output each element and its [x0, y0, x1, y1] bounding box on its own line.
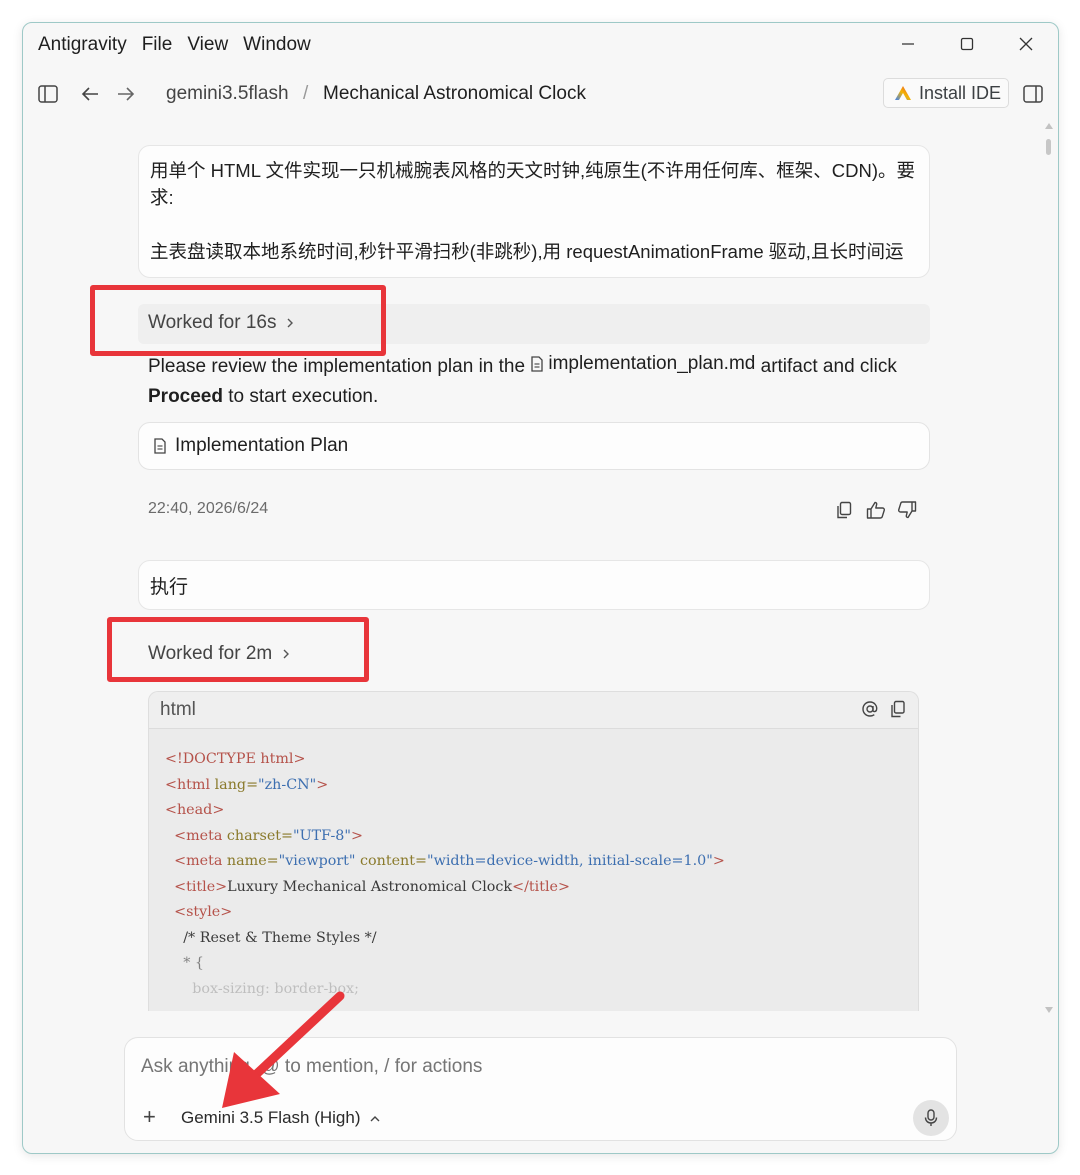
minimize-icon [902, 43, 914, 45]
code-line-2: <html lang="zh-CN"> [165, 776, 329, 793]
chevron-right-icon [287, 318, 294, 328]
proceed-keyword: Proceed [148, 386, 223, 407]
worked-for-16s-toggle[interactable]: Worked for 16s [148, 312, 294, 334]
arrow-left-icon [81, 87, 98, 101]
code-line-9: * { [183, 955, 204, 971]
scroll-up-icon [1045, 123, 1053, 129]
breadcrumb-conversation: Mechanical Astronomical Clock [323, 83, 586, 104]
scrollbar[interactable] [1044, 123, 1053, 1013]
copy-code-button[interactable] [890, 700, 906, 723]
app-window: Antigravity File View Window gemini3.5fl… [22, 22, 1059, 1154]
back-button[interactable] [78, 82, 102, 106]
code-block: html <!DOCTYPE html> <html lang="zh-CN">… [148, 691, 919, 1011]
panel-toggle-button[interactable] [1021, 82, 1045, 106]
forward-button[interactable] [114, 82, 138, 106]
code-line-7: <style> [174, 904, 233, 920]
install-ide-label: Install IDE [919, 82, 1002, 103]
review-instruction: Please review the implementation plan in… [148, 349, 938, 412]
worked-label: Worked for 16s [148, 312, 277, 333]
implementation-plan-card[interactable]: Implementation Plan [138, 422, 930, 470]
code-block-header: html [149, 692, 918, 729]
thumbs-down-button[interactable] [896, 499, 918, 521]
sidebar-toggle-button[interactable] [36, 82, 60, 106]
code-language-label: html [160, 699, 196, 720]
close-button[interactable] [1013, 31, 1039, 57]
file-icon [154, 438, 166, 454]
microphone-button[interactable] [913, 1100, 949, 1136]
copy-icon [837, 501, 852, 519]
exec-message-text: 执行 [150, 576, 189, 598]
file-name: implementation_plan.md [548, 353, 756, 374]
message-timestamp: 22:40, 2026/6/24 [148, 500, 269, 517]
code-line-8: /* Reset & Theme Styles */ [183, 929, 377, 946]
antigravity-logo-icon [895, 86, 911, 100]
user-prompt-message: 用单个 HTML 文件实现一只机械腕表风格的天文时钟,纯原生(不许用任何库、框架… [138, 145, 930, 278]
copy-button[interactable] [833, 499, 855, 521]
mention-code-button[interactable] [861, 700, 879, 723]
annotation-arrow-icon [222, 991, 345, 1108]
minimize-button[interactable] [895, 31, 921, 57]
code-line-3: <head> [165, 802, 225, 818]
menu-file[interactable]: File [142, 32, 173, 58]
worked-for-2m-toggle[interactable]: Worked for 2m [148, 643, 290, 665]
sidebar-left-icon [38, 85, 58, 103]
code-line-1: <!DOCTYPE html> [165, 751, 306, 767]
review-text-after: artifact and click [755, 356, 897, 377]
code-line-6: <title>Luxury Mechanical Astronomical Cl… [174, 878, 570, 895]
maximize-icon [960, 37, 974, 51]
review-text-end: to start execution. [222, 386, 379, 407]
prompt-line-2: 主表盘读取本地系统时间,秒针平滑扫秒(非跳秒),用 requestAnimati… [150, 241, 904, 262]
code-content: <!DOCTYPE html> <html lang="zh-CN"> <hea… [149, 729, 918, 1002]
prompt-line-1: 用单个 HTML 文件实现一只机械腕表风格的天文时钟,纯原生(不许用任何库、框架… [150, 160, 915, 208]
breadcrumb-separator: / [303, 83, 309, 104]
microphone-icon [924, 1109, 938, 1126]
copy-icon [891, 700, 905, 718]
code-line-5: <meta name="viewport" content="width=dev… [174, 853, 725, 869]
add-context-button[interactable]: + [143, 1106, 156, 1128]
menu-window[interactable]: Window [243, 32, 311, 58]
close-icon [1019, 37, 1033, 51]
arrow-right-icon [118, 87, 135, 101]
breadcrumb-project[interactable]: gemini3.5flash [166, 83, 289, 105]
scroll-down-icon [1045, 1007, 1053, 1013]
worked-label: Worked for 2m [148, 643, 273, 664]
chevron-up-icon [370, 1115, 380, 1121]
file-icon [531, 356, 543, 372]
install-ide-button[interactable]: Install IDE [883, 78, 1009, 108]
user-exec-message: 执行 [138, 560, 930, 610]
review-text-before: Please review the implementation plan in… [148, 356, 531, 377]
plan-card-label: Implementation Plan [175, 435, 349, 456]
scrollbar-thumb[interactable] [1046, 139, 1051, 155]
at-sign-icon [862, 701, 878, 717]
maximize-button[interactable] [954, 31, 980, 57]
implementation-plan-file-link[interactable]: implementation_plan.md [530, 349, 755, 379]
sidebar-right-icon [1023, 85, 1043, 103]
code-line-4: <meta charset="UTF-8"> [174, 827, 363, 844]
menu-antigravity[interactable]: Antigravity [38, 32, 127, 58]
thumbs-down-icon [898, 501, 917, 519]
thumbs-up-icon [866, 501, 885, 519]
thumbs-up-button[interactable] [865, 499, 887, 521]
toolbar: gemini3.5flash / Mechanical Astronomical… [23, 73, 1058, 115]
chevron-right-icon [283, 649, 290, 659]
menu-view[interactable]: View [187, 32, 228, 58]
